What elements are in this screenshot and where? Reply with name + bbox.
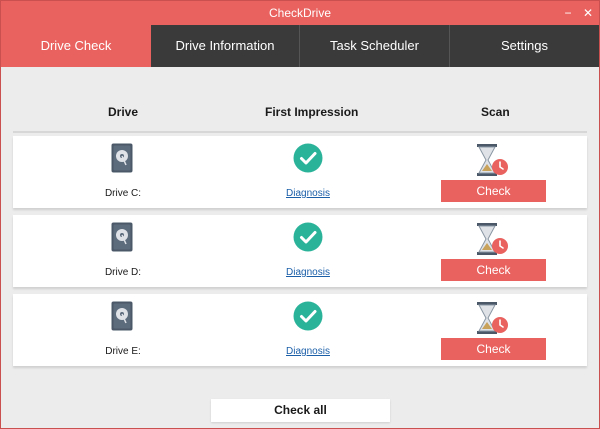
check-circle-icon [293, 301, 323, 331]
header-drive: Drive [108, 105, 139, 119]
tab-settings[interactable]: Settings [450, 25, 599, 67]
drive-name: Drive E: [105, 346, 141, 357]
table-header: Drive First Impression Scan [13, 105, 587, 129]
drive-name: Drive C: [104, 188, 142, 199]
hourglass-clock-icon [477, 223, 508, 255]
check-circle-icon [293, 143, 323, 173]
check-circle-icon [293, 222, 323, 252]
tab-drive-check[interactable]: Drive Check [1, 25, 151, 67]
window-title: CheckDrive [268, 6, 331, 20]
tab-drive-information[interactable]: Drive Information [151, 25, 300, 67]
drive-row-d: Drive D: Diagnosis Check [13, 215, 587, 287]
tab-task-scheduler[interactable]: Task Scheduler [300, 25, 450, 67]
tab-bar: Drive Check Drive Information Task Sched… [1, 25, 599, 67]
header-divider [13, 131, 587, 133]
header-first-impression: First Impression [265, 105, 359, 119]
diagnosis-link[interactable]: Diagnosis [268, 346, 348, 357]
close-button[interactable]: ✕ [579, 1, 597, 25]
drive-name: Drive D: [104, 267, 142, 278]
hard-drive-icon [111, 301, 133, 331]
hourglass-clock-icon [477, 302, 508, 334]
hard-drive-icon [111, 222, 133, 252]
title-bar[interactable]: CheckDrive [1, 1, 599, 25]
header-scan: Scan [481, 105, 510, 119]
drive-row-e: Drive E: Diagnosis Check [13, 294, 587, 366]
check-button[interactable]: Check [441, 180, 546, 202]
hourglass-clock-icon [477, 144, 508, 176]
check-button[interactable]: Check [441, 259, 546, 281]
check-all-button[interactable]: Check all [211, 399, 390, 422]
hard-drive-icon [111, 143, 133, 173]
check-button[interactable]: Check [441, 338, 546, 360]
app-window: CheckDrive − ✕ Drive Check Drive Informa… [0, 0, 600, 429]
minimize-button[interactable]: − [559, 1, 577, 25]
drive-row-c: Drive C: Diagnosis Check [13, 136, 587, 208]
diagnosis-link[interactable]: Diagnosis [268, 188, 348, 199]
diagnosis-link[interactable]: Diagnosis [268, 267, 348, 278]
